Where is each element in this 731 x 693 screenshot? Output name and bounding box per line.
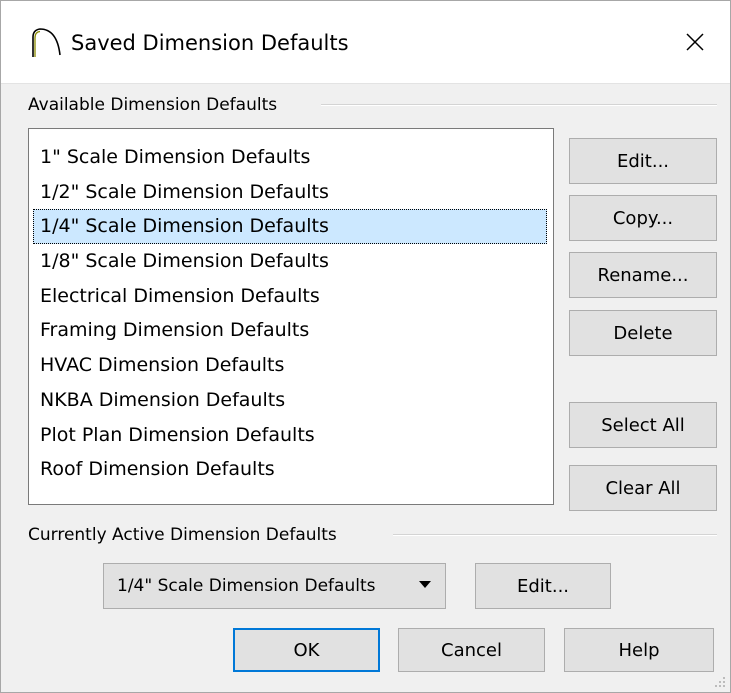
available-group-divider	[321, 104, 717, 106]
select-all-button[interactable]: Select All	[569, 402, 717, 448]
active-edit-button[interactable]: Edit...	[475, 563, 611, 609]
list-item[interactable]: Plot Plan Dimension Defaults	[33, 418, 547, 453]
available-group-label: Available Dimension Defaults	[28, 95, 278, 115]
cancel-button[interactable]: Cancel	[398, 628, 545, 672]
list-item[interactable]: HVAC Dimension Defaults	[33, 348, 547, 383]
list-item[interactable]: Electrical Dimension Defaults	[33, 279, 547, 314]
dialog-window: Saved Dimension Defaults Available Dimen…	[0, 0, 731, 693]
title-bar: Saved Dimension Defaults	[1, 1, 730, 84]
ok-button[interactable]: OK	[233, 628, 380, 672]
list-item[interactable]: 1/4" Scale Dimension Defaults	[33, 209, 547, 245]
help-button[interactable]: Help	[564, 628, 714, 672]
list-item[interactable]: 1" Scale Dimension Defaults	[33, 140, 547, 175]
list-item[interactable]: 1/8" Scale Dimension Defaults	[33, 244, 547, 279]
clear-all-button[interactable]: Clear All	[569, 465, 717, 511]
dimension-defaults-list[interactable]: 1" Scale Dimension Defaults 1/2" Scale Di…	[28, 128, 554, 505]
copy-button[interactable]: Copy...	[569, 195, 717, 241]
delete-button[interactable]: Delete	[569, 310, 717, 356]
close-button[interactable]	[660, 1, 730, 83]
active-group-label: Currently Active Dimension Defaults	[28, 525, 337, 545]
list-item[interactable]: NKBA Dimension Defaults	[33, 383, 547, 418]
rename-button[interactable]: Rename...	[569, 252, 717, 298]
arc-icon	[32, 28, 61, 57]
active-defaults-select[interactable]: 1/4" Scale Dimension Defaults	[103, 563, 446, 609]
list-item[interactable]: Framing Dimension Defaults	[33, 313, 547, 348]
caret-down-icon	[419, 581, 431, 588]
dialog-title: Saved Dimension Defaults	[71, 31, 349, 55]
active-group-divider	[393, 534, 717, 536]
list-item[interactable]: Roof Dimension Defaults	[33, 452, 547, 487]
active-defaults-value: 1/4" Scale Dimension Defaults	[117, 576, 376, 596]
list-item[interactable]: 1/2" Scale Dimension Defaults	[33, 175, 547, 210]
close-icon	[686, 33, 704, 51]
resize-grip-icon[interactable]	[712, 674, 726, 688]
edit-button[interactable]: Edit...	[569, 138, 717, 184]
